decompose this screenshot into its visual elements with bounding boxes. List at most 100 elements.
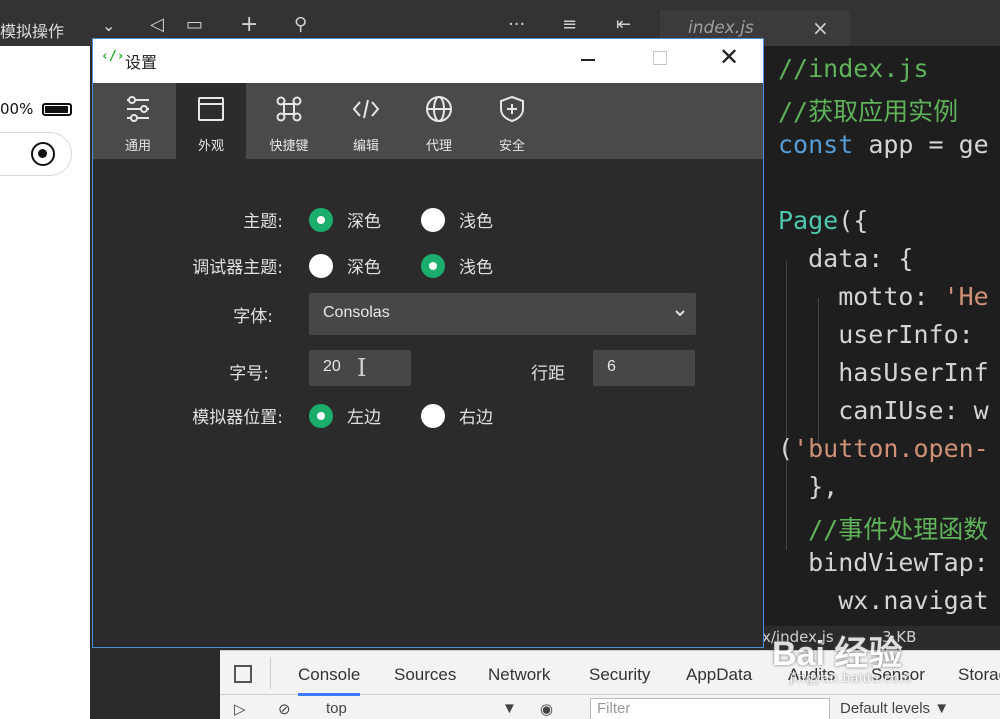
filter-placeholder: Filter (597, 700, 631, 717)
code-line: canIUse: w (778, 396, 989, 425)
code-line: Page({ (778, 206, 869, 235)
minimize-button[interactable] (581, 59, 595, 61)
baidu-watermark: Bai 经验 jingyan.baidu.com (772, 612, 972, 702)
font-size-label: 字号: (229, 364, 269, 384)
sliders-icon (127, 96, 149, 122)
eye-icon[interactable]: ◉ (540, 700, 553, 718)
dialog-title: 设置 (125, 53, 158, 72)
window-icon (198, 97, 224, 121)
code-line: wx.navigat (778, 586, 989, 615)
command-key-icon (276, 96, 302, 122)
watermark-url: jingyan.baidu.com (790, 670, 912, 685)
more-icon[interactable]: ··· (508, 14, 525, 35)
tool-shortcuts[interactable]: 快捷键 (254, 83, 324, 159)
target-icon[interactable] (31, 142, 55, 166)
levels-select[interactable]: Default levels ▼ (840, 700, 949, 717)
devtools-tab[interactable]: AppData (686, 665, 752, 685)
tool-label: 编辑 (352, 139, 379, 154)
line-height-label: 行距 (531, 364, 565, 384)
font-select-value: Consolas (323, 304, 390, 321)
theme-light-text: 浅色 (459, 212, 493, 232)
code-icon (352, 99, 380, 119)
globe-icon (426, 96, 452, 122)
debugger-light-radio[interactable] (421, 254, 445, 278)
font-select[interactable]: Consolas (309, 293, 696, 335)
code-line: //获取应用实例 (778, 97, 959, 126)
code-line: userInfo: (778, 320, 974, 349)
shield-icon (500, 95, 524, 123)
chevron-down-icon[interactable]: ⌄ (102, 16, 115, 35)
clear-icon[interactable]: ⊘ (278, 700, 291, 718)
settings-dialog: ‹/› 设置 ✕ 通用 外观 快捷键 编辑 代理 安全 主题: 深色 浅色 调试… (92, 38, 764, 648)
devtools-tab[interactable]: Console (298, 665, 361, 696)
play-icon[interactable]: ▷ (234, 700, 246, 718)
position-left-radio[interactable] (309, 404, 333, 428)
code-line: //事件处理函数 (778, 515, 989, 544)
position-left-text: 左边 (347, 408, 381, 428)
mini-program-capsule[interactable] (0, 132, 72, 176)
simulator-menu-label[interactable]: 模拟操作 (0, 18, 64, 42)
code-line: ('button.open- (778, 434, 989, 463)
watermark-brand: Bai 经验 (772, 635, 903, 673)
chevron-down-icon (675, 310, 685, 317)
code-editor[interactable]: //index.js //获取应用实例 const app = ge Page({ d… (762, 46, 1000, 626)
app-logo-icon: ‹/› (101, 49, 125, 64)
context-select[interactable]: top (326, 700, 347, 717)
debugger-light-text: 浅色 (459, 258, 493, 278)
devtools-tab[interactable]: Sources (394, 665, 456, 685)
theme-label: 主题: (243, 212, 283, 232)
simulator-statusbar: 00% (0, 98, 90, 122)
close-icon[interactable]: × (812, 16, 829, 40)
dropdown-icon[interactable]: ▼ (502, 700, 517, 717)
tool-label: 快捷键 (269, 139, 309, 154)
tool-general[interactable]: 通用 (103, 83, 173, 159)
battery-icon (42, 103, 72, 116)
theme-dark-text: 深色 (347, 212, 381, 232)
search-icon[interactable]: ⚲ (294, 14, 307, 35)
divider (270, 657, 271, 689)
tool-editor[interactable]: 编辑 (331, 83, 401, 159)
tool-label: 通用 (124, 139, 151, 154)
code-line: motto: 'He (778, 282, 989, 311)
theme-dark-radio[interactable] (309, 208, 333, 232)
code-line: }, (778, 472, 839, 501)
add-icon[interactable]: + (240, 12, 258, 37)
settings-toolbar: 通用 外观 快捷键 编辑 代理 安全 (93, 83, 763, 159)
position-right-text: 右边 (459, 408, 493, 428)
devtools-tab[interactable]: Network (488, 665, 550, 685)
tool-label: 外观 (197, 139, 224, 154)
theme-light-radio[interactable] (421, 208, 445, 232)
tool-label: 安全 (498, 139, 525, 154)
close-button[interactable]: ✕ (719, 43, 739, 71)
tool-label: 代理 (425, 139, 452, 154)
appearance-settings: 主题: 深色 浅色 调试器主题: 深色 浅色 字体: Consolas 字号: … (93, 159, 763, 647)
tool-proxy[interactable]: 代理 (404, 83, 474, 159)
code-line: //index.js (778, 54, 929, 83)
volume-icon[interactable]: ◁ (150, 14, 164, 35)
debugger-theme-label: 调试器主题: (192, 258, 283, 278)
battery-percent: 00% (0, 100, 34, 118)
split-icon[interactable]: ⇤ (616, 14, 631, 35)
font-size-value: 20 (323, 358, 341, 375)
debugger-dark-radio[interactable] (309, 254, 333, 278)
text-cursor-icon: I (357, 354, 367, 382)
debugger-dark-text: 深色 (347, 258, 381, 278)
line-height-value: 6 (607, 358, 616, 375)
code-line: const app = ge (778, 130, 989, 159)
line-height-input[interactable]: 6 (593, 350, 695, 386)
devtools-tab[interactable]: Security (589, 665, 650, 685)
tool-appearance[interactable]: 外观 (176, 83, 246, 159)
code-line: bindViewTap: (778, 548, 989, 577)
font-size-input[interactable]: 20 I (309, 350, 411, 386)
inspect-icon[interactable] (234, 665, 252, 683)
format-icon[interactable]: ≡ (562, 14, 577, 35)
code-line: hasUserInf (778, 358, 989, 387)
simulator-panel: 00% (0, 46, 90, 719)
code-line: data: { (778, 244, 914, 273)
window-icon[interactable]: ▭ (186, 14, 203, 35)
dialog-titlebar[interactable]: ‹/› 设置 ✕ (93, 39, 763, 83)
position-right-radio[interactable] (421, 404, 445, 428)
tool-security[interactable]: 安全 (477, 83, 547, 159)
maximize-button[interactable] (653, 51, 667, 65)
simulator-position-label: 模拟器位置: (192, 408, 283, 428)
